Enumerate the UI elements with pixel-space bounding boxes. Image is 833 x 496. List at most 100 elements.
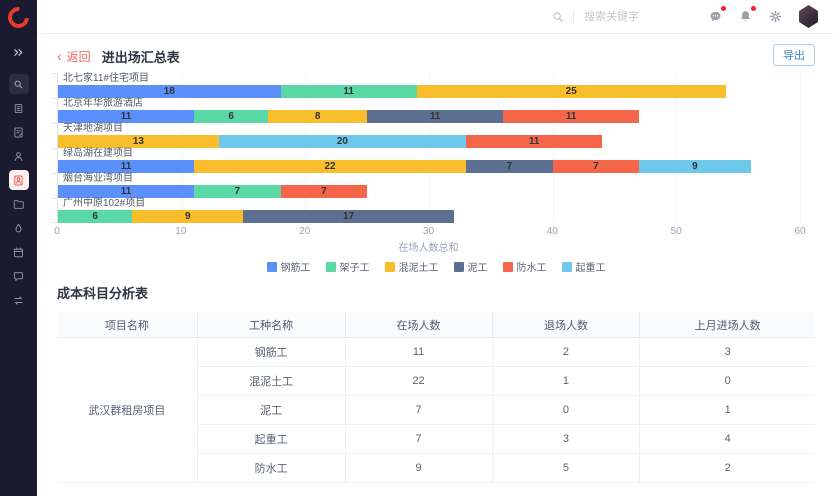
- category-label: 北京年华旅游酒店: [58, 98, 800, 109]
- bar-segment-钢筋工[interactable]: 18: [58, 85, 281, 98]
- legend-item-混泥土工[interactable]: 混泥土工: [385, 259, 439, 274]
- logo-c-icon: [4, 2, 34, 32]
- project-name-cell: 武汉群租房项目: [57, 338, 197, 483]
- notification-badge: [721, 6, 726, 11]
- table-cell: 2: [640, 454, 815, 483]
- building-icon: [12, 102, 25, 115]
- bar-segment-架子工[interactable]: 11: [281, 85, 417, 98]
- legend-label: 泥工: [468, 259, 488, 274]
- legend-swatch: [385, 262, 395, 272]
- bar-segment-泥工[interactable]: 7: [466, 160, 553, 173]
- bar-segment-混泥土工[interactable]: 22: [194, 160, 466, 173]
- legend-swatch: [503, 262, 513, 272]
- category-label: 绿岛湖在建项目: [58, 148, 800, 159]
- bar-segment-防水工[interactable]: 7: [281, 185, 368, 198]
- sidebar-item-user[interactable]: [9, 146, 29, 166]
- message-icon: [708, 9, 723, 24]
- sidebar-item-document-edit[interactable]: [9, 122, 29, 142]
- document-edit-icon: [12, 126, 25, 139]
- topbar-search: [551, 10, 674, 24]
- chart-x-axis-title: 在场人数总和: [57, 239, 800, 254]
- gear-icon: [768, 9, 783, 24]
- app-window: ‹ 返回 进出场汇总表 导出 北七家11#住宅项目181125北京年华旅游酒店1…: [0, 0, 833, 496]
- table-body: 武汉群租房项目钢筋工1123混泥土工2210泥工701起重工734防水工952: [57, 338, 815, 483]
- export-button[interactable]: 导出: [773, 44, 815, 66]
- bar-segment-混泥土工[interactable]: 8: [268, 110, 367, 123]
- column-header: 上月进场人数: [640, 312, 815, 338]
- bar-segment-泥工[interactable]: 11: [367, 110, 503, 123]
- worker-record-icon: [12, 174, 25, 187]
- y-axis-tick: [52, 173, 58, 174]
- chart-row: 广州中原102#项目6917: [58, 198, 800, 223]
- legend-item-架子工[interactable]: 架子工: [326, 259, 370, 274]
- back-link[interactable]: 返回: [67, 48, 91, 65]
- back-chevron-icon[interactable]: ‹: [57, 50, 62, 62]
- gridline: [800, 73, 801, 223]
- table-cell: 1: [640, 396, 815, 425]
- legend-item-泥工[interactable]: 泥工: [454, 259, 488, 274]
- table-cell: 4: [640, 425, 815, 454]
- bar-segment-架子工[interactable]: 6: [58, 210, 132, 223]
- search-input[interactable]: [582, 10, 674, 24]
- page-title: 进出场汇总表: [102, 47, 180, 66]
- sidebar-item-building[interactable]: [9, 98, 29, 118]
- table-cell: 3: [640, 338, 815, 367]
- bar-segment-防水工[interactable]: 11: [466, 135, 602, 148]
- sidebar-icons: [9, 34, 29, 310]
- search-icon: [12, 78, 25, 91]
- sidebar-item-transfer[interactable]: [9, 290, 29, 310]
- bar-segment-架子工[interactable]: 6: [194, 110, 268, 123]
- bar-segment-混泥土工[interactable]: 25: [417, 85, 726, 98]
- sidebar-item-water-drop[interactable]: [9, 218, 29, 238]
- bar-segment-混泥土工[interactable]: 13: [58, 135, 219, 148]
- stacked-bar: 6917: [58, 210, 800, 223]
- category-label: 烟台海业湾项目: [58, 173, 800, 184]
- legend-label: 架子工: [340, 259, 370, 274]
- sidebar-item-calendar[interactable]: [9, 242, 29, 262]
- legend-label: 防水工: [517, 259, 547, 274]
- column-header: 在场人数: [345, 312, 492, 338]
- table-cell: 3: [492, 425, 640, 454]
- bar-segment-防水工[interactable]: 7: [553, 160, 640, 173]
- sidebar-item-worker-record[interactable]: [9, 170, 29, 190]
- stacked-bar: 1122779: [58, 160, 800, 173]
- bar-segment-混泥土工[interactable]: 9: [132, 210, 243, 223]
- user-avatar[interactable]: [798, 5, 819, 28]
- chart-row: 北七家11#住宅项目181125: [58, 73, 800, 98]
- topbar-message-button[interactable]: [708, 9, 723, 24]
- table-cell: 1: [492, 367, 640, 396]
- table-cell: 7: [345, 425, 492, 454]
- column-header: 工种名称: [197, 312, 345, 338]
- bar-segment-起重工[interactable]: 20: [219, 135, 466, 148]
- bar-segment-泥工[interactable]: 17: [243, 210, 453, 223]
- sidebar-item-search[interactable]: [9, 74, 29, 94]
- bar-segment-钢筋工[interactable]: 11: [58, 110, 194, 123]
- sidebar-item-folder[interactable]: [9, 194, 29, 214]
- sidebar-item-expand[interactable]: [9, 42, 29, 62]
- legend-item-钢筋工[interactable]: 钢筋工: [267, 259, 311, 274]
- bar-segment-起重工[interactable]: 9: [639, 160, 750, 173]
- folder-icon: [12, 198, 25, 211]
- bar-segment-钢筋工[interactable]: 11: [58, 185, 194, 198]
- sidebar-item-chat[interactable]: [9, 266, 29, 286]
- topbar-bell-button[interactable]: [738, 9, 753, 24]
- legend-item-起重工[interactable]: 起重工: [562, 259, 606, 274]
- legend-item-防水工[interactable]: 防水工: [503, 259, 547, 274]
- table-title: 成本科目分析表: [57, 283, 815, 302]
- x-tick-label: 60: [794, 226, 805, 237]
- table-cell: 11: [345, 338, 492, 367]
- topbar-gear-button[interactable]: [768, 9, 783, 24]
- chat-icon: [12, 270, 25, 283]
- bar-segment-防水工[interactable]: 11: [503, 110, 639, 123]
- expand-icon: [12, 46, 25, 59]
- table-cell: 防水工: [197, 454, 345, 483]
- bar-segment-架子工[interactable]: 7: [194, 185, 281, 198]
- bar-segment-钢筋工[interactable]: 11: [58, 160, 194, 173]
- notification-badge: [751, 6, 756, 11]
- chart-plot: 北七家11#住宅项目181125北京年华旅游酒店11681111天津地湖项目13…: [57, 73, 800, 223]
- cost-table: 项目名称工种名称在场人数退场人数上月进场人数 武汉群租房项目钢筋工1123混泥土…: [57, 312, 815, 483]
- table-cell: 9: [345, 454, 492, 483]
- table-cell: 7: [345, 396, 492, 425]
- table-cell: 0: [492, 396, 640, 425]
- app-logo[interactable]: [0, 0, 37, 34]
